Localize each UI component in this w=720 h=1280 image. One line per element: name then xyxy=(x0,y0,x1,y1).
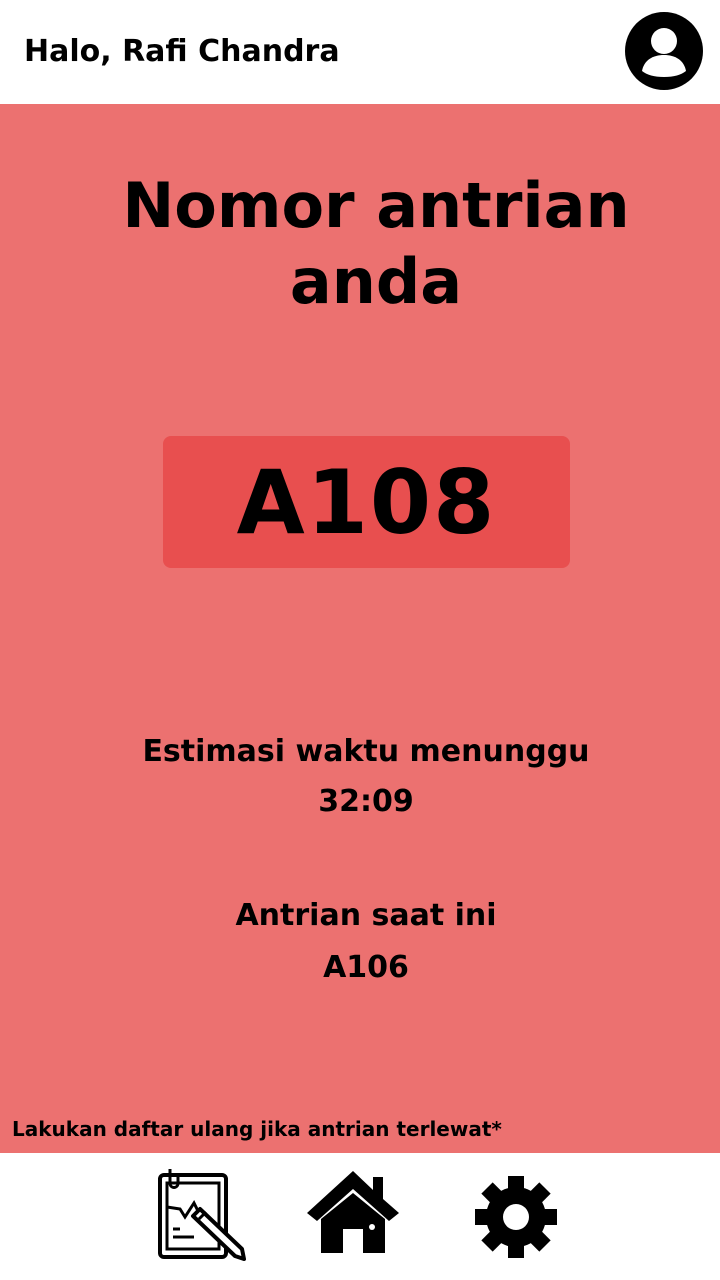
queue-screen: Halo, Rafi Chandra Nomor antrian anda A1… xyxy=(0,0,720,1280)
top-header: Halo, Rafi Chandra xyxy=(0,0,720,104)
estimate-label: Estimasi waktu menunggu xyxy=(142,734,590,769)
user-avatar-icon[interactable] xyxy=(625,12,703,90)
page-title: Nomor antrian anda xyxy=(122,169,630,318)
ticket-number: A108 xyxy=(236,450,497,554)
current-queue-label: Antrian saat ini xyxy=(235,898,497,933)
ticket-number-box: A108 xyxy=(163,436,570,568)
estimate-value: 32:09 xyxy=(318,784,414,819)
current-queue-value: A106 xyxy=(323,950,409,985)
reregister-note: Lakukan daftar ulang jika antrian terlew… xyxy=(12,1117,502,1141)
bottom-navigation xyxy=(0,1153,720,1280)
gear-icon[interactable] xyxy=(474,1175,558,1259)
queue-panel: Nomor antrian anda A108 Estimasi waktu m… xyxy=(0,104,720,1153)
greeting-text: Halo, Rafi Chandra xyxy=(24,34,340,69)
home-icon[interactable] xyxy=(305,1167,401,1257)
form-edit-icon[interactable] xyxy=(156,1165,252,1261)
